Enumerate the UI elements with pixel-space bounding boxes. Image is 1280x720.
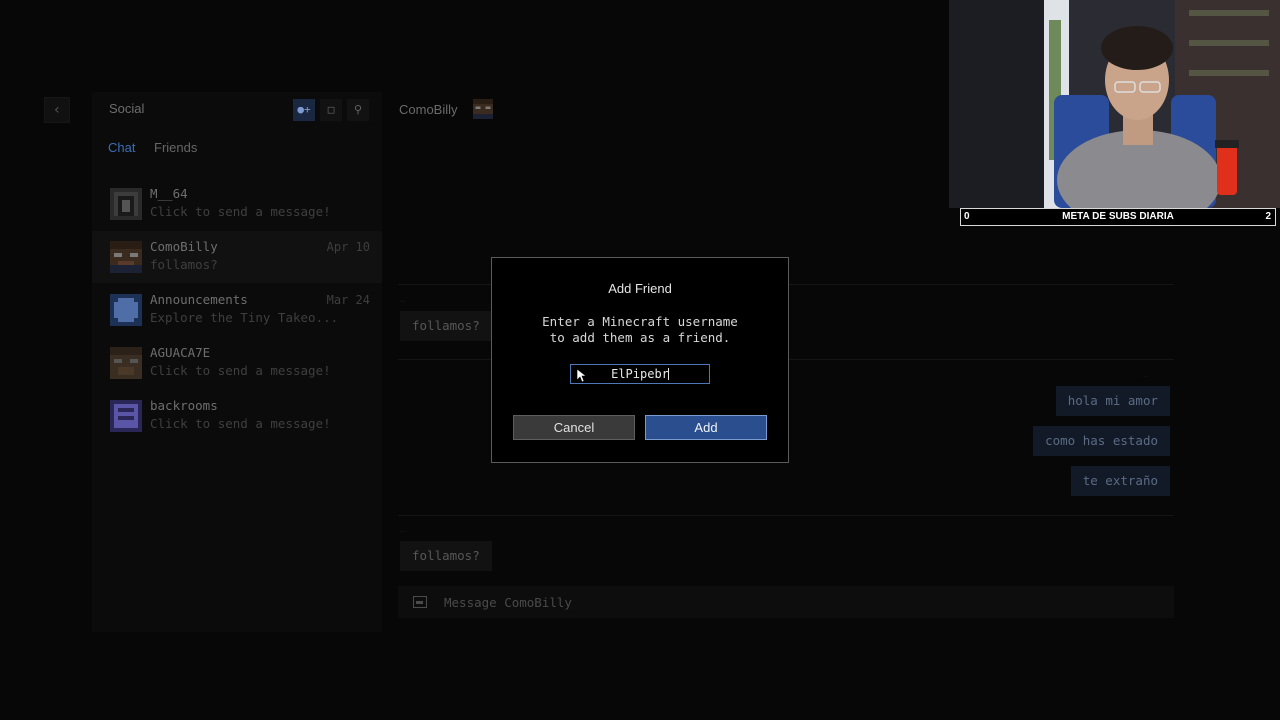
subs-label: META DE SUBS DIARIA: [1062, 211, 1174, 222]
message-bubble-outgoing: hola mi amor: [1055, 386, 1170, 416]
webcam-image: [949, 0, 1280, 208]
conversation-preview: Explore the Tiny Takeo...: [150, 310, 339, 325]
conversation-item[interactable]: ComoBilly follamos? Apr 10: [92, 231, 382, 283]
message-bubble-incoming: follamos?: [400, 311, 492, 341]
avatar: [110, 188, 142, 220]
dialog-title: Add Friend: [608, 281, 672, 296]
message-bubble-outgoing: te extraño: [1070, 466, 1170, 496]
add-friend-dialog: Add Friend Enter a Minecraft username to…: [491, 257, 789, 463]
text-caret: [668, 368, 669, 380]
new-chat-icon: □: [327, 103, 335, 116]
add-button[interactable]: Add: [645, 415, 767, 440]
avatar: [110, 241, 142, 273]
webcam-overlay: [949, 0, 1280, 208]
message-time: ···: [400, 299, 406, 305]
dialog-description-line: Enter a Minecraft username: [542, 314, 738, 329]
tab-friends[interactable]: Friends: [154, 140, 197, 155]
chevron-left-icon: ‹: [52, 102, 62, 118]
cancel-button[interactable]: Cancel: [513, 415, 635, 440]
subs-goal-bar: 0 META DE SUBS DIARIA 2: [960, 208, 1276, 226]
search-button[interactable]: ⚲: [347, 99, 369, 121]
image-icon[interactable]: [413, 596, 427, 608]
avatar: [110, 347, 142, 379]
conversation-date: Apr 10: [326, 240, 370, 254]
date-divider: [398, 515, 1174, 516]
tab-chat[interactable]: Chat: [108, 140, 135, 155]
avatar: [110, 294, 142, 326]
sidebar-title: Social: [109, 101, 145, 116]
chat-contact-name: ComoBilly: [399, 102, 458, 117]
conversation-name: ComoBilly: [150, 239, 218, 254]
chat-contact-avatar: [473, 99, 493, 119]
conversation-name: Announcements: [150, 292, 248, 307]
conversation-item[interactable]: M__64 Click to send a message!: [92, 178, 382, 230]
conversation-date: Mar 24: [326, 293, 370, 307]
message-bubble-incoming: follamos?: [400, 541, 492, 571]
social-sidebar: Social ●+ □ ⚲ Chat Friends M__64 Click t…: [92, 92, 382, 632]
search-icon: ⚲: [353, 103, 363, 116]
new-chat-button[interactable]: □: [320, 99, 342, 121]
conversation-preview: follamos?: [150, 257, 218, 272]
conversation-preview: Click to send a message!: [150, 204, 331, 219]
add-user-icon: ●+: [297, 103, 311, 116]
conversation-item[interactable]: backrooms Click to send a message!: [92, 390, 382, 442]
conversation-name: M__64: [150, 186, 188, 201]
conversation-name: backrooms: [150, 398, 218, 413]
conversation-preview: Click to send a message!: [150, 363, 331, 378]
message-time: ···: [400, 529, 406, 535]
sidebar-header: Social ●+ □ ⚲: [92, 92, 382, 128]
message-time: ···: [1143, 374, 1149, 380]
conversation-item[interactable]: AGUACA7E Click to send a message!: [92, 337, 382, 389]
username-input[interactable]: [570, 364, 710, 384]
conversation-item[interactable]: Announcements Explore the Tiny Takeo... …: [92, 284, 382, 336]
mouse-cursor-icon: [577, 369, 586, 383]
conversation-name: AGUACA7E: [150, 345, 211, 360]
dialog-description-line: to add them as a friend.: [549, 330, 731, 345]
add-friend-button[interactable]: ●+: [293, 99, 315, 121]
dialog-description: Enter a Minecraft username to add them a…: [492, 314, 788, 346]
message-bubble-outgoing: como has estado: [1033, 426, 1170, 456]
conversation-preview: Click to send a message!: [150, 416, 331, 431]
avatar: [110, 400, 142, 432]
back-button[interactable]: ‹: [44, 97, 70, 123]
message-input-placeholder: Message ComoBilly: [444, 595, 572, 610]
subs-goal: 2: [1265, 211, 1271, 222]
message-composer[interactable]: Message ComoBilly: [398, 586, 1174, 618]
